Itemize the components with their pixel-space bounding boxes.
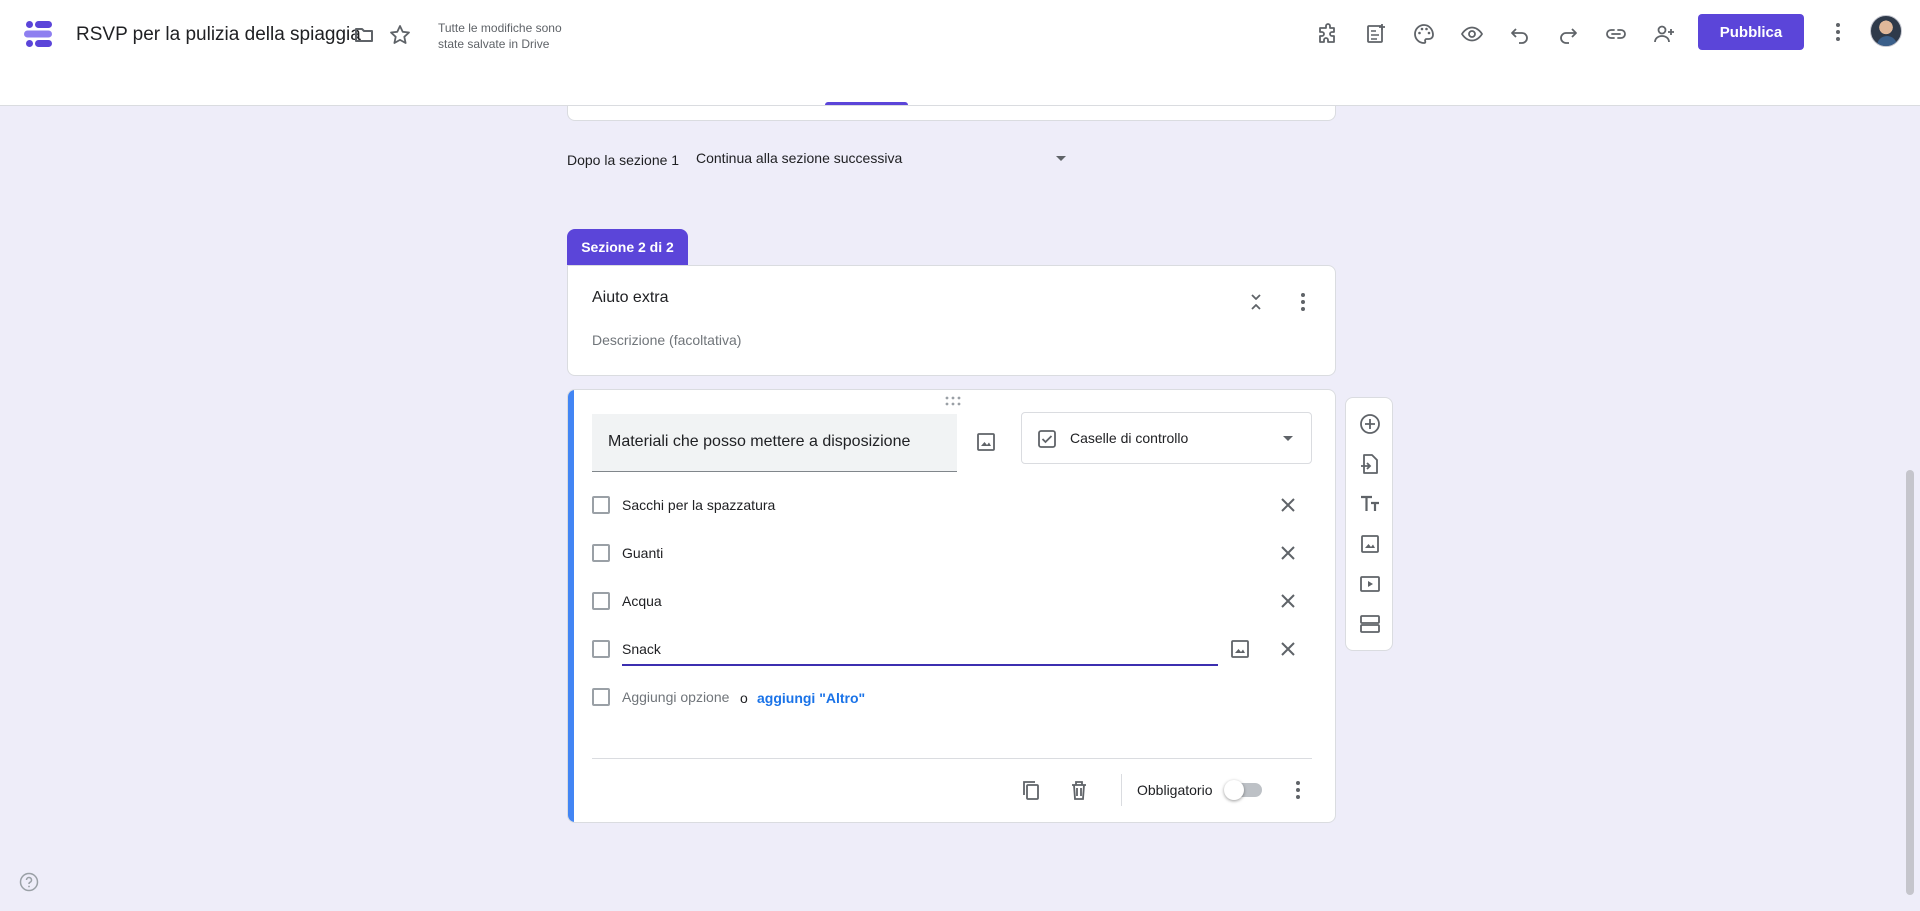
undo-icon[interactable] <box>1506 20 1534 48</box>
section-more-icon[interactable] <box>1291 290 1315 314</box>
collapse-section-icon[interactable] <box>1244 290 1268 314</box>
customize-theme-icon[interactable] <box>1362 20 1390 48</box>
option-checkbox <box>592 688 610 706</box>
option-checkbox <box>592 544 610 562</box>
option-checkbox <box>592 640 610 658</box>
footer-divider <box>1121 774 1122 806</box>
duplicate-icon[interactable] <box>1019 778 1043 802</box>
section-description[interactable]: Descrizione (facoltativa) <box>592 332 741 348</box>
remove-option-icon[interactable] <box>1276 493 1300 517</box>
after-section-label: Dopo la sezione 1 <box>567 152 680 168</box>
section-title[interactable]: Aiuto extra <box>592 289 668 307</box>
floating-toolbar <box>1345 397 1393 651</box>
question-type-label: Caselle di controllo <box>1070 430 1189 446</box>
option-label[interactable]: Sacchi per la spazzatura <box>622 497 775 513</box>
scrollbar[interactable] <box>1906 470 1914 895</box>
publish-button[interactable]: Pubblica <box>1698 14 1804 50</box>
add-section-icon[interactable] <box>1358 612 1382 636</box>
remove-option-icon[interactable] <box>1276 637 1300 661</box>
chevron-down-icon <box>1283 436 1293 441</box>
palette-icon[interactable] <box>1410 20 1438 48</box>
option-label[interactable]: Acqua <box>622 593 662 609</box>
more-vert-icon[interactable] <box>1824 18 1852 46</box>
option-image-icon[interactable] <box>1228 637 1252 661</box>
delete-icon[interactable] <box>1067 778 1091 802</box>
after-section-value: Continua alla sezione successiva <box>696 150 903 166</box>
section-tab: Sezione 2 di 2 <box>567 229 688 265</box>
form-title[interactable]: RSVP per la pulizia della spiaggia <box>76 24 361 46</box>
chevron-down-icon <box>1056 156 1066 161</box>
question-card[interactable]: Materiali che posso mettere a disposizio… <box>567 389 1336 823</box>
question-more-icon[interactable] <box>1286 778 1310 802</box>
add-option-button[interactable]: Aggiungi opzione <box>622 689 729 705</box>
question-type-select[interactable]: Caselle di controllo <box>1021 412 1312 464</box>
app-header: RSVP per la pulizia della spiaggia Tutte… <box>0 0 1920 106</box>
option-row[interactable]: Acqua <box>592 586 1312 616</box>
tab-indicator <box>825 102 908 105</box>
required-toggle-knob[interactable] <box>1224 780 1244 800</box>
import-questions-icon[interactable] <box>1358 452 1382 476</box>
redo-icon[interactable] <box>1554 20 1582 48</box>
add-image-icon[interactable] <box>1358 532 1382 556</box>
add-collaborator-icon[interactable] <box>1650 20 1678 48</box>
section-header-card[interactable]: Aiuto extra Descrizione (facoltativa) <box>567 265 1336 376</box>
required-label: Obbligatorio <box>1137 782 1213 798</box>
question-title-field[interactable]: Materiali che posso mettere a disposizio… <box>592 414 957 472</box>
remove-option-icon[interactable] <box>1276 541 1300 565</box>
help-icon[interactable] <box>19 872 39 892</box>
add-image-icon[interactable] <box>974 430 998 454</box>
addon-icon[interactable] <box>1314 20 1342 48</box>
active-input-underline <box>622 664 1218 666</box>
add-option-row: Aggiungi opzione o aggiungi "Altro" <box>592 682 1312 712</box>
option-row-active[interactable]: Snack <box>592 634 1312 666</box>
divider <box>592 758 1312 759</box>
avatar[interactable] <box>1870 15 1902 47</box>
option-label[interactable]: Snack <box>622 641 661 657</box>
option-label[interactable]: Guanti <box>622 545 663 561</box>
remove-option-icon[interactable] <box>1276 589 1300 613</box>
option-row[interactable]: Guanti <box>592 538 1312 568</box>
folder-icon[interactable] <box>350 21 378 49</box>
or-text: o <box>740 690 748 706</box>
star-icon[interactable] <box>386 21 414 49</box>
drag-handle-icon[interactable] <box>945 396 961 406</box>
add-question-icon[interactable] <box>1358 412 1382 436</box>
checkbox-icon <box>1038 430 1056 448</box>
forms-logo-icon[interactable] <box>22 18 54 50</box>
option-checkbox <box>592 592 610 610</box>
previous-card <box>567 106 1336 121</box>
preview-icon[interactable] <box>1458 20 1486 48</box>
question-title: Materiali che posso mettere a disposizio… <box>608 433 911 450</box>
link-icon[interactable] <box>1602 20 1630 48</box>
add-other-link[interactable]: aggiungi "Altro" <box>757 690 865 706</box>
add-video-icon[interactable] <box>1358 572 1382 596</box>
add-title-icon[interactable] <box>1358 492 1382 516</box>
option-row[interactable]: Sacchi per la spazzatura <box>592 490 1312 520</box>
option-checkbox <box>592 496 610 514</box>
save-status: Tutte le modifiche sono state salvate in… <box>438 21 562 51</box>
after-section-select[interactable]: Continua alla sezione successiva <box>696 150 1066 174</box>
